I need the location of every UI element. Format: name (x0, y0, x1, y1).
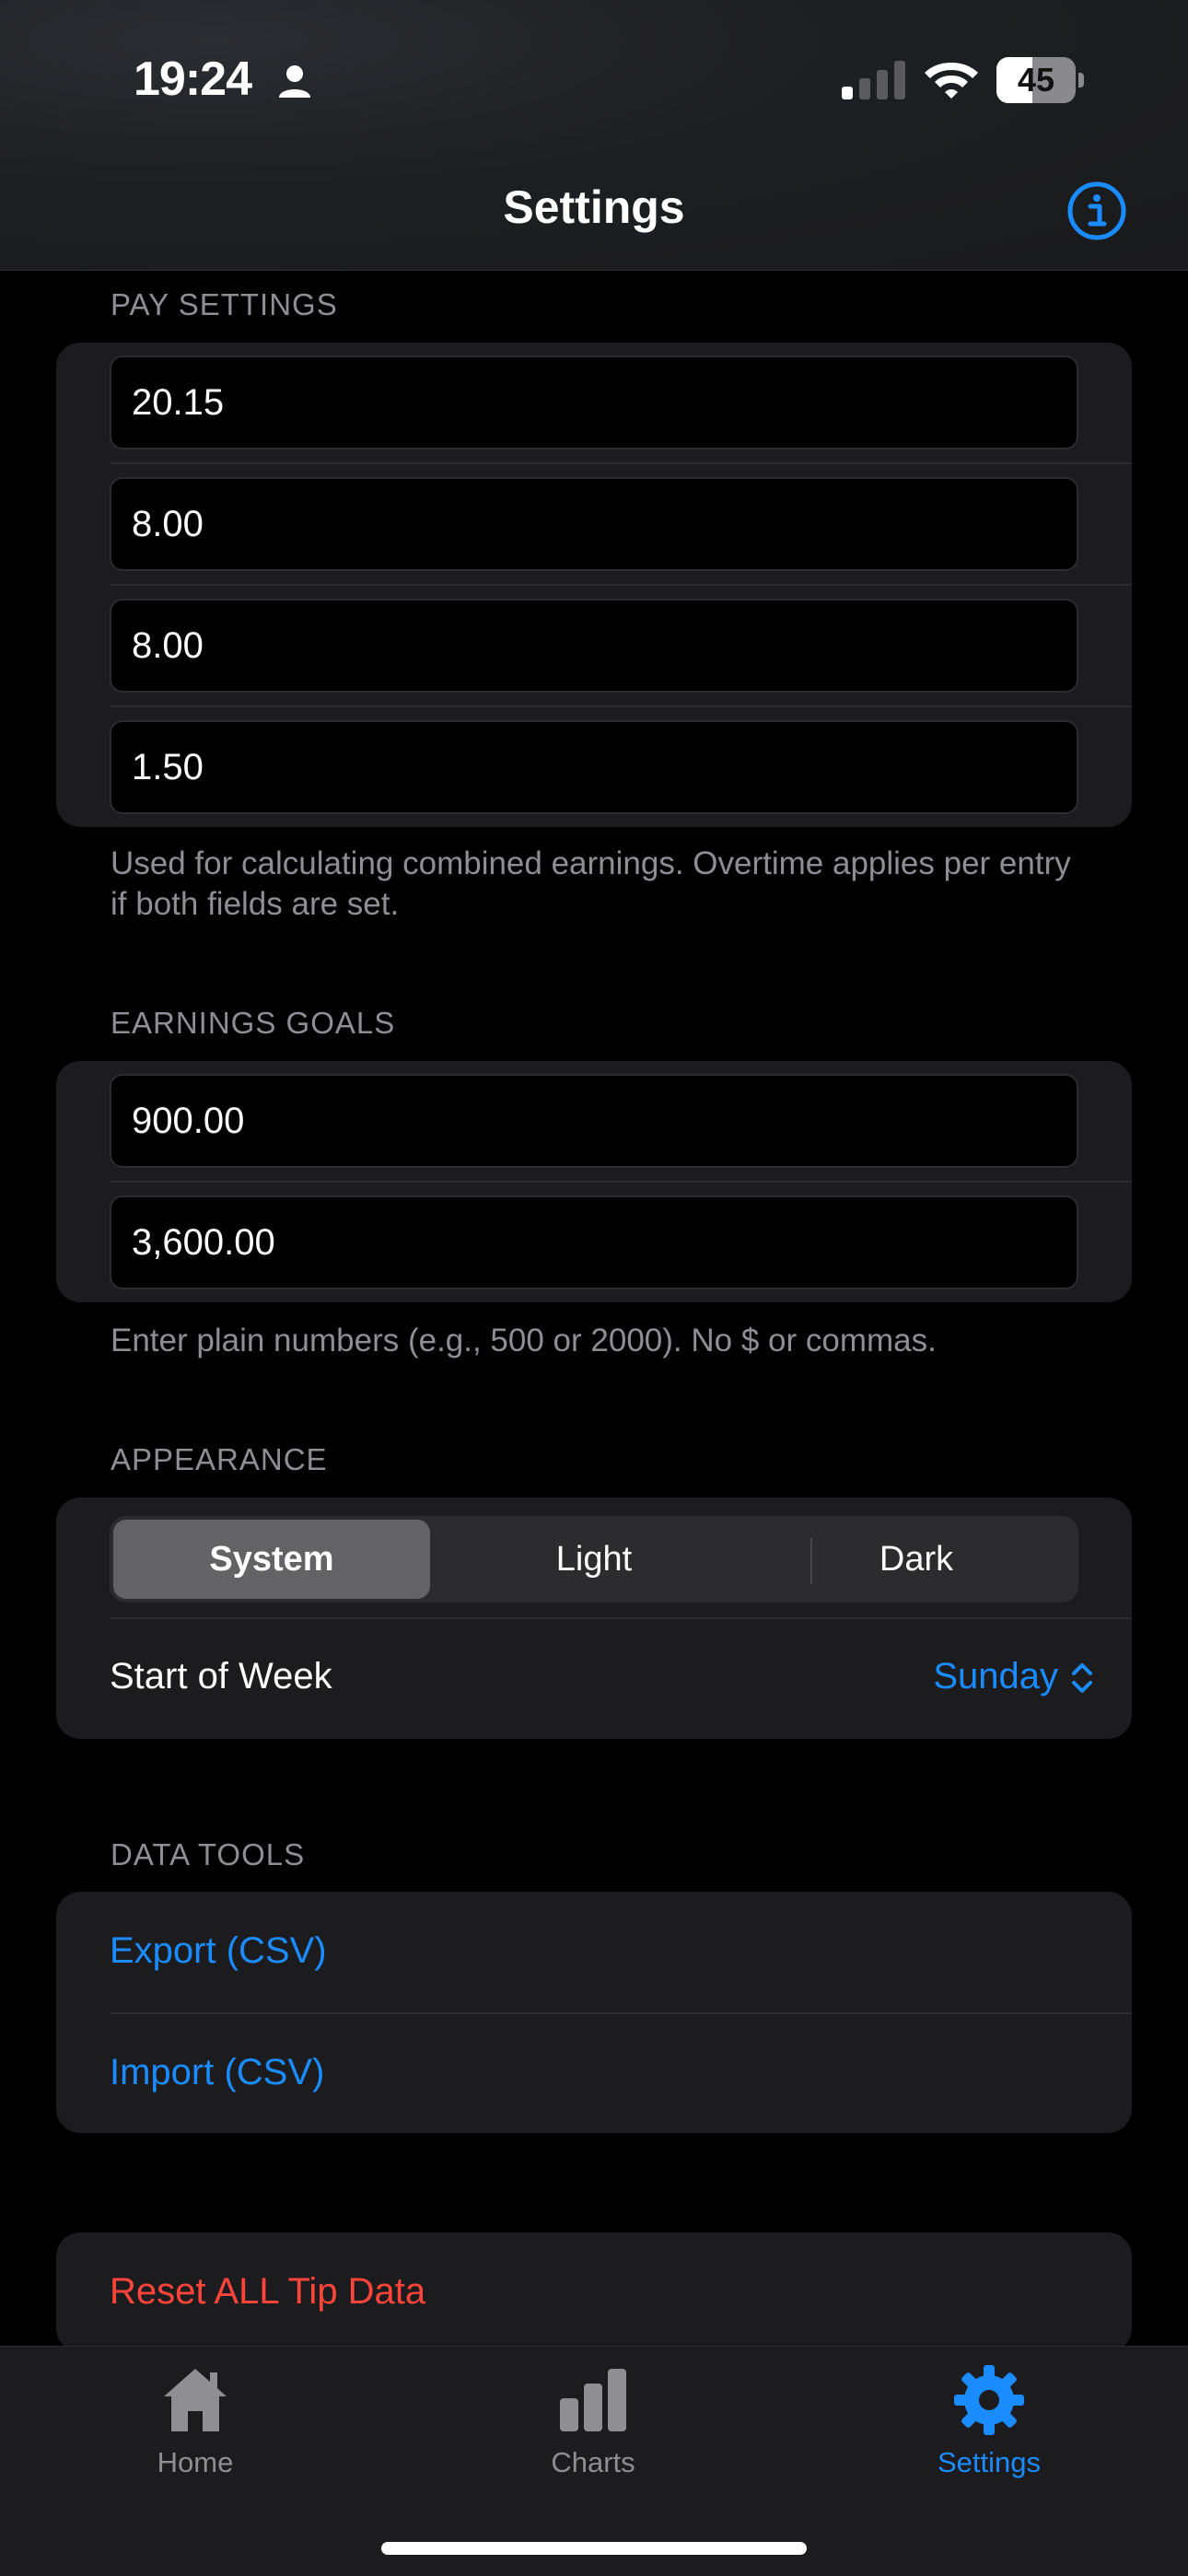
pay-settings-card (56, 343, 1132, 827)
pay-settings-footnote: Used for calculating combined earnings. … (111, 845, 1071, 922)
status-time: 19:24 (134, 52, 252, 106)
overtime-multiplier-input[interactable] (110, 720, 1078, 814)
row-divider (110, 2012, 1132, 2014)
earnings-goals-footnote: Enter plain numbers (e.g., 500 or 2000).… (111, 1323, 937, 1358)
cellular-signal-icon (842, 61, 905, 99)
tab-label: Settings (937, 2446, 1041, 2478)
data-tools-card: Export (CSV) Import (CSV) (56, 1892, 1132, 2133)
earnings-goals-card (56, 1061, 1132, 1302)
tab-label: Home (157, 2446, 234, 2478)
info-icon[interactable] (1066, 181, 1127, 241)
segment-system[interactable]: System (113, 1520, 430, 1599)
wifi-icon (925, 63, 978, 99)
appearance-segmented-control: System Light Dark (110, 1516, 1078, 1603)
pay-field-row (56, 343, 1132, 464)
gear-icon (954, 2365, 1024, 2435)
start-of-week-label: Start of Week (110, 1656, 332, 1696)
chart-bar-icon (560, 2369, 626, 2431)
hourly-rate-input[interactable] (110, 356, 1078, 449)
battery-indicator: 45 (996, 57, 1085, 103)
weekly-goal-input[interactable] (110, 1074, 1078, 1168)
data-tools-header: DATA TOOLS (111, 1837, 306, 1871)
page-title: Settings (503, 181, 685, 233)
tab-charts[interactable]: Charts (473, 2347, 713, 2485)
pay-field-row (56, 586, 1132, 707)
export-csv-button[interactable]: Export (CSV) (110, 1930, 327, 1972)
tab-label: Charts (551, 2446, 635, 2478)
start-of-week-picker[interactable]: Sunday (719, 1643, 1106, 1713)
person-icon (279, 65, 310, 98)
pay-settings-header: PAY SETTINGS (111, 287, 338, 321)
segment-light[interactable]: Light (436, 1520, 752, 1599)
row-divider (110, 1617, 1132, 1619)
danger-card: Reset ALL Tip Data (56, 2232, 1132, 2352)
tab-settings[interactable]: Settings (869, 2347, 1109, 2485)
navigation-bar: 19:24 45 Settings (0, 0, 1188, 271)
appearance-card: System Light Dark Start of Week Sunday (56, 1498, 1132, 1739)
regular-hours-input[interactable] (110, 477, 1078, 571)
appearance-header: APPEARANCE (111, 1442, 328, 1476)
home-indicator (381, 2542, 807, 2555)
pay-field-row (56, 464, 1132, 586)
monthly-goal-input[interactable] (110, 1195, 1078, 1289)
chevron-up-down-icon (1072, 1663, 1092, 1693)
goal-field-row (56, 1183, 1132, 1304)
segment-dark[interactable]: Dark (758, 1520, 1075, 1599)
pay-field-row (56, 707, 1132, 829)
house-icon (164, 2369, 227, 2431)
tab-home[interactable]: Home (76, 2347, 315, 2485)
import-csv-button[interactable]: Import (CSV) (110, 2052, 324, 2093)
start-of-week-value: Sunday (933, 1656, 1058, 1696)
overtime-threshold-input[interactable] (110, 599, 1078, 693)
earnings-goals-header: EARNINGS GOALS (111, 1006, 396, 1040)
reset-all-data-button[interactable]: Reset ALL Tip Data (110, 2271, 425, 2313)
goal-field-row (56, 1061, 1132, 1183)
battery-percent: 45 (1017, 61, 1055, 99)
